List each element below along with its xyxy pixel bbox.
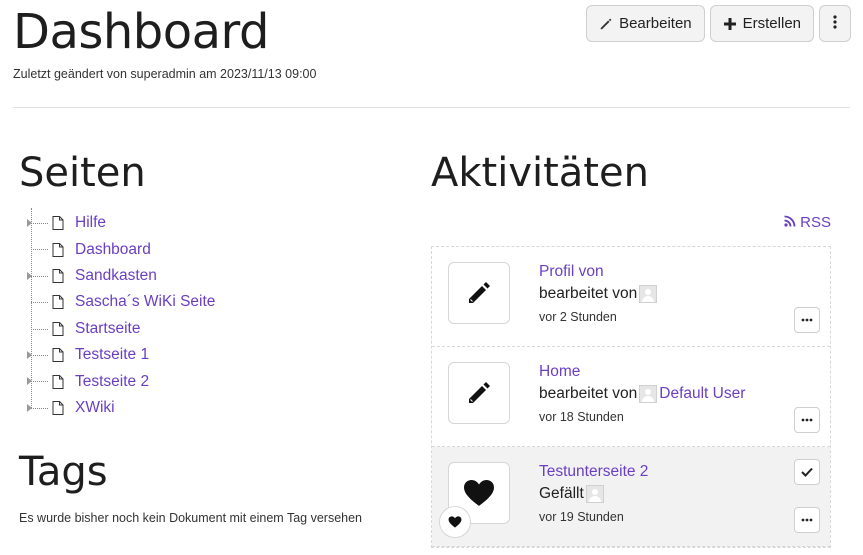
activity-user-link[interactable]: Default User [659, 385, 745, 403]
page-link[interactable]: Startseite [75, 320, 140, 338]
user-avatar [585, 485, 604, 503]
document-icon [52, 216, 64, 231]
page-tree-item: Sascha´s WiKi Seite [19, 289, 409, 315]
mark-read-check-button[interactable] [794, 459, 820, 485]
activity-more-button[interactable] [794, 407, 820, 433]
page-tree-item: Testseite 2 [19, 368, 409, 394]
right-column: Aktivitäten RSS Profil von bearbeitet von… [431, 150, 831, 548]
activity-action: Gefällt [539, 485, 584, 502]
page-tree-item: Hilfe [19, 210, 409, 236]
tree-branch-line [31, 328, 48, 330]
activity-description: Gefällt [539, 485, 606, 503]
page-tree-item: Startseite [19, 316, 409, 342]
tree-branch-line [31, 354, 48, 356]
activities-title: Aktivitäten [431, 150, 649, 196]
tree-branch-line [31, 302, 48, 304]
activity-action: bearbeitet von [539, 385, 638, 402]
tree-branch-line [31, 381, 48, 383]
expand-caret-icon[interactable] [27, 350, 32, 359]
document-icon [52, 295, 64, 310]
activity-action: bearbeitet von [539, 285, 638, 302]
pencil-icon [448, 262, 510, 324]
expand-caret-icon[interactable] [27, 377, 32, 386]
activity-description: bearbeitet von [539, 285, 659, 303]
vertical-dots-icon [833, 14, 837, 34]
activity-item: Profil von bearbeitet von vor 2 Stunden [432, 247, 830, 347]
page-toolbar: Bearbeiten Erstellen [586, 5, 851, 42]
activity-title-link[interactable]: Profil von [539, 263, 604, 281]
page-tree-item: Sandkasten [19, 263, 409, 289]
page-link[interactable]: Sandkasten [75, 267, 157, 285]
activity-more-button[interactable] [794, 507, 820, 533]
user-avatar [639, 385, 658, 403]
document-icon [52, 374, 64, 389]
user-avatar [639, 285, 658, 303]
document-icon [52, 348, 64, 363]
activity-time: vor 18 Stunden [539, 410, 624, 424]
left-column: Seiten Hilfe Dashboard Sandkasten Sascha´s … [19, 150, 409, 525]
page-link[interactable]: Testseite 2 [75, 373, 149, 391]
document-icon [52, 268, 64, 283]
tree-branch-line [31, 223, 48, 224]
activity-more-button[interactable] [794, 307, 820, 333]
activity-title-link[interactable]: Home [539, 363, 580, 381]
page-title: Dashboard [13, 4, 269, 60]
document-icon [52, 400, 64, 415]
tree-branch-line [31, 407, 48, 409]
page-link[interactable]: Sascha´s WiKi Seite [75, 293, 215, 311]
activity-stream: Profil von bearbeitet von vor 2 Stunden Hom… [431, 246, 831, 548]
expand-caret-icon[interactable] [27, 271, 32, 280]
edit-button-label: Bearbeiten [619, 15, 692, 32]
page-link[interactable]: Dashboard [75, 241, 151, 259]
tree-branch-line [31, 249, 48, 251]
expand-caret-icon[interactable] [27, 403, 32, 412]
pencil-icon [599, 17, 613, 31]
page-tree-item: Testseite 1 [19, 342, 409, 368]
activity-item: Testunterseite 2 Gefällt vor 19 Stunden [432, 447, 830, 547]
pages-title: Seiten [19, 150, 146, 196]
plus-icon [723, 17, 737, 31]
activity-title-link[interactable]: Testunterseite 2 [539, 463, 648, 481]
header-divider [13, 107, 850, 108]
activity-description: bearbeitet von Default User [539, 385, 745, 403]
page-link[interactable]: XWiki [75, 399, 115, 417]
expand-caret-icon[interactable] [27, 219, 32, 227]
rss-label: RSS [800, 214, 831, 231]
activity-item: Home bearbeitet von Default User vor 18 Stu… [432, 347, 830, 447]
activity-time: vor 19 Stunden [539, 510, 624, 524]
create-button-label: Erstellen [742, 15, 801, 32]
page-tree: Hilfe Dashboard Sandkasten Sascha´s WiKi Se… [19, 208, 409, 421]
like-badge-heart-icon [439, 506, 471, 538]
page-link[interactable]: Testseite 1 [75, 346, 149, 364]
document-icon [52, 321, 64, 336]
tags-empty-text: Es wurde bisher noch kein Dokument mit e… [19, 511, 362, 526]
more-actions-button[interactable] [819, 5, 851, 42]
pencil-icon [448, 362, 510, 424]
activity-time: vor 2 Stunden [539, 310, 617, 324]
page-link[interactable]: Hilfe [75, 214, 106, 232]
tree-branch-line [31, 275, 48, 277]
create-button[interactable]: Erstellen [709, 5, 814, 42]
page-tree-item: Dashboard [19, 236, 409, 262]
document-icon [52, 242, 64, 257]
rss-link[interactable]: RSS [784, 214, 831, 231]
last-modified-info: Zuletzt geändert von superadmin am 2023/… [13, 67, 317, 81]
page-tree-item: XWiki [19, 395, 409, 421]
edit-button[interactable]: Bearbeiten [586, 5, 705, 42]
rss-icon [784, 214, 796, 231]
tags-title: Tags [19, 449, 108, 496]
